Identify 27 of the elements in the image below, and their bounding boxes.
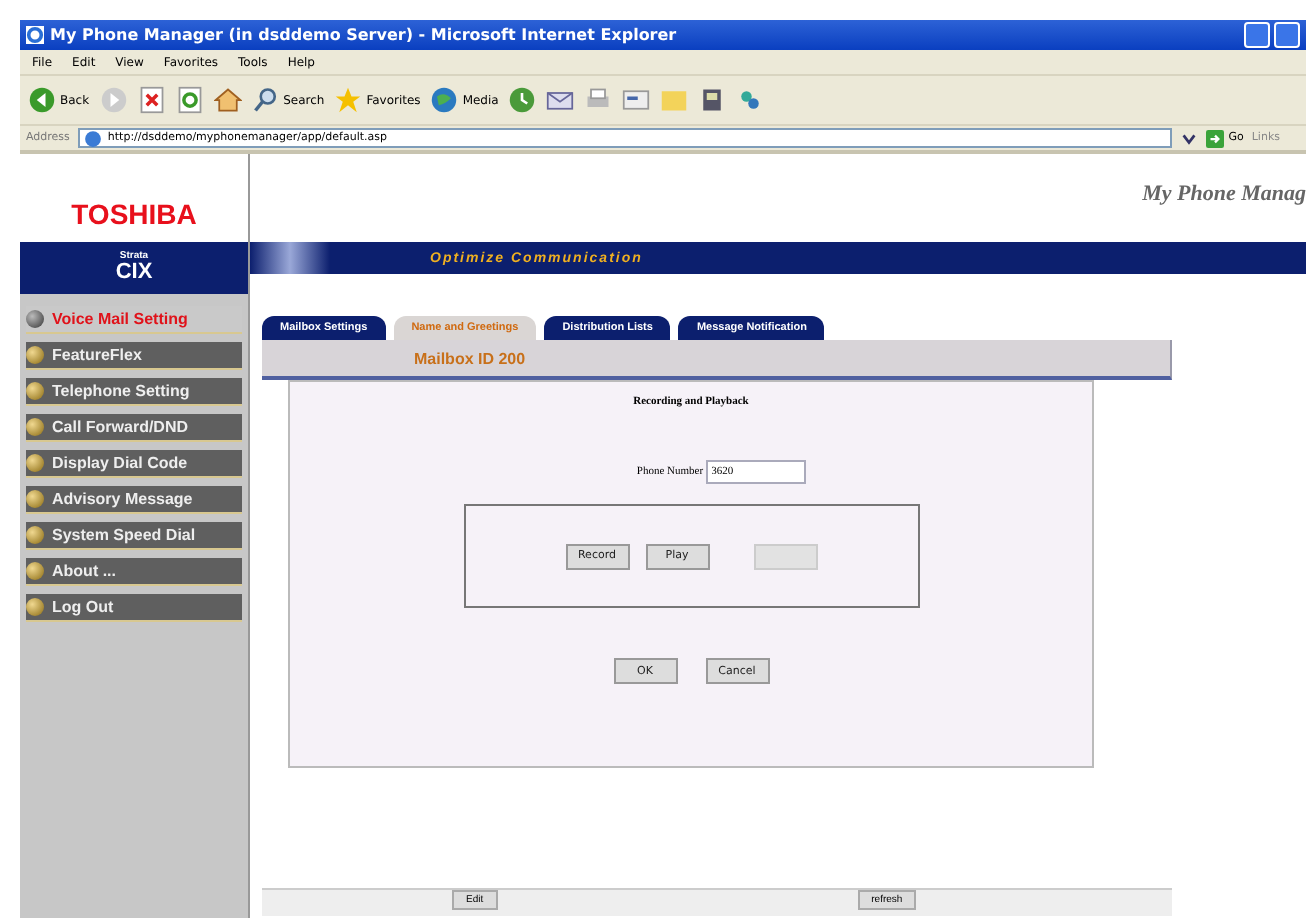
- sidebar-item[interactable]: Advisory Message: [26, 486, 242, 514]
- stop-icon[interactable]: [137, 86, 166, 114]
- book-icon[interactable]: [698, 86, 727, 114]
- refresh-icon[interactable]: [175, 86, 204, 114]
- edit-icon[interactable]: [622, 86, 651, 114]
- browser-logo-icon: [26, 26, 44, 44]
- sidebar-item[interactable]: Telephone Setting: [26, 378, 242, 406]
- sidebar-item[interactable]: FeatureFlex: [26, 342, 242, 370]
- search-icon: [251, 86, 280, 114]
- sidebar-item[interactable]: About ...: [26, 558, 242, 586]
- sidebar-item[interactable]: System Speed Dial: [26, 522, 242, 550]
- sidebar-item[interactable]: Log Out: [26, 594, 242, 622]
- go-arrow-icon: [1206, 129, 1225, 147]
- mailbox-header: Mailbox ID 200: [262, 340, 1172, 380]
- sidebar-item[interactable]: Call Forward/DND: [26, 414, 242, 442]
- app-title: My Phone Manag: [1142, 182, 1306, 206]
- messenger-icon[interactable]: [736, 86, 765, 114]
- window-title: My Phone Manager (in dsddemo Server) - Microsoft Internet Explorer: [50, 26, 679, 44]
- mail-icon[interactable]: [546, 86, 575, 114]
- history-icon[interactable]: [508, 86, 537, 114]
- globe-icon: [430, 86, 459, 114]
- star-icon: [334, 86, 363, 114]
- sidebar-item[interactable]: Display Dial Code: [26, 450, 242, 478]
- minimize-button[interactable]: [1244, 22, 1270, 48]
- maximize-button[interactable]: [1274, 22, 1300, 48]
- home-icon[interactable]: [213, 86, 242, 114]
- company-logo: TOSHIBA: [71, 198, 197, 230]
